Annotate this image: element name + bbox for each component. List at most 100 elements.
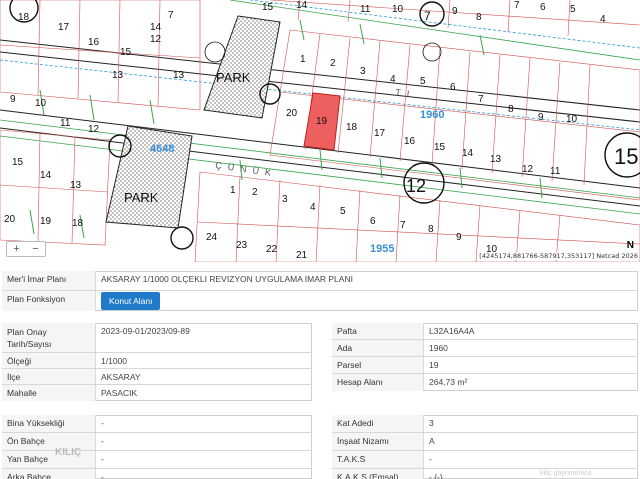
- ilce-label: İlçe: [2, 369, 96, 384]
- yan-bahce-label: Yan Bahçe: [2, 451, 96, 468]
- svg-text:12: 12: [88, 124, 100, 135]
- insaat-row: İnşaat Nizamı A: [332, 433, 638, 451]
- svg-text:14: 14: [462, 148, 474, 159]
- konut-alani-button[interactable]: Konut Alanı: [101, 292, 161, 310]
- svg-text:3: 3: [282, 194, 288, 205]
- compass-n: N: [626, 240, 634, 251]
- svg-text:6: 6: [450, 82, 456, 93]
- insaat-label: İnşaat Nizamı: [332, 433, 424, 450]
- park-label-2: PARK: [124, 190, 159, 205]
- svg-text:4: 4: [390, 74, 396, 85]
- svg-text:18: 18: [346, 122, 358, 133]
- svg-text:9: 9: [10, 94, 16, 105]
- parcel-info-panel: Mer'i İmar Planı AKSARAY 1/1000 OLÇEKLI …: [0, 263, 640, 479]
- mahalle-value: PASACIK: [101, 388, 138, 398]
- svg-text:6: 6: [540, 2, 546, 13]
- arka-bahce-row: Arka Bahçe -: [2, 469, 312, 479]
- svg-text:16: 16: [404, 136, 416, 147]
- svg-text:13: 13: [112, 70, 124, 81]
- svg-text:13: 13: [173, 70, 185, 81]
- svg-text:15: 15: [12, 157, 24, 168]
- svg-text:21: 21: [296, 250, 308, 261]
- svg-text:1960: 1960: [420, 109, 444, 121]
- ilce-value: AKSARAY: [101, 372, 141, 382]
- svg-text:15: 15: [262, 2, 274, 13]
- insaat-value: A: [429, 436, 435, 446]
- on-bahce-value: -: [101, 436, 104, 446]
- kat-label: Kat Adedi: [332, 415, 424, 432]
- mer-imar-value: AKSARAY 1/1000 OLÇEKLI REVIZYON UYGULAMA…: [101, 274, 353, 284]
- svg-text:7: 7: [168, 10, 174, 21]
- on-bahce-label: Ön Bahçe: [2, 433, 96, 450]
- svg-text:18: 18: [18, 12, 30, 23]
- svg-text:7: 7: [478, 94, 484, 105]
- arka-bahce-value: -: [101, 472, 104, 479]
- bina-label: Bina Yüksekliği: [2, 415, 96, 432]
- svg-text:20: 20: [4, 214, 16, 225]
- svg-text:5: 5: [420, 76, 426, 87]
- ada-row: Ada 1960: [332, 340, 638, 357]
- parsel-row: Parsel 19: [332, 357, 638, 374]
- olcek-row: Ölçeği 1/1000: [2, 353, 312, 369]
- svg-text:20: 20: [286, 108, 298, 119]
- svg-text:2: 2: [330, 58, 336, 69]
- svg-text:1: 1: [300, 54, 306, 65]
- svg-text:3: 3: [360, 66, 366, 77]
- zoom-out-button[interactable]: −: [32, 243, 38, 255]
- map-canvas[interactable]: 171615 141318 9 1011 121213 151413 19 1820…: [0, 0, 640, 262]
- svg-text:5: 5: [570, 4, 576, 15]
- onay-row: Plan Onay Tarih/Sayısı 2023-09-01/2023/0…: [2, 323, 312, 353]
- pafta-value: L32A16A4A: [429, 326, 475, 336]
- bina-value: -: [101, 418, 104, 428]
- svg-text:17: 17: [58, 22, 70, 33]
- svg-text:19: 19: [316, 116, 328, 127]
- ada-label: Ada: [332, 340, 424, 356]
- yan-bahce-row: Yan Bahçe -: [2, 451, 312, 469]
- svg-text:6: 6: [370, 216, 376, 227]
- svg-text:16: 16: [88, 37, 100, 48]
- svg-text:8: 8: [428, 224, 434, 235]
- svg-text:15: 15: [434, 142, 446, 153]
- svg-text:9: 9: [452, 6, 458, 17]
- yan-bahce-value: -: [101, 454, 104, 464]
- svg-text:9: 9: [538, 112, 544, 123]
- svg-text:14: 14: [150, 22, 162, 33]
- svg-text:13: 13: [490, 154, 502, 165]
- arka-bahce-label: Arka Bahçe: [2, 469, 96, 479]
- zoom-controls: + −: [6, 241, 46, 257]
- map-view[interactable]: 17 16 15 14 13 18 9 10 11 12 12 13 15 14 13 19 18 20…: [0, 0, 640, 262]
- mahalle-row: Mahalle PASACIK: [2, 385, 312, 401]
- zoom-in-button[interactable]: +: [13, 243, 19, 255]
- kat-row: Kat Adedi 3: [332, 415, 638, 433]
- svg-text:12: 12: [406, 176, 426, 196]
- parsel-value: 19: [429, 360, 439, 370]
- svg-text:1: 1: [230, 185, 236, 196]
- svg-text:9: 9: [456, 232, 462, 243]
- kaks-label: K.A.K.S (Emsal): [332, 469, 424, 479]
- ilce-row: İlçe AKSARAY: [2, 369, 312, 385]
- mer-imar-row: Mer'i İmar Planı AKSARAY 1/1000 OLÇEKLI …: [2, 271, 638, 291]
- svg-text:14: 14: [40, 170, 52, 181]
- hesap-label: Hesap Alanı: [332, 374, 424, 391]
- pafta-row: Pafta L32A16A4A: [332, 323, 638, 340]
- svg-text:2: 2: [252, 187, 258, 198]
- svg-text:12: 12: [150, 34, 162, 45]
- svg-text:4: 4: [310, 202, 316, 213]
- plan-fonksiyon-label: Plan Fonksiyon: [2, 291, 96, 311]
- svg-text:14: 14: [296, 0, 308, 11]
- svg-text:5: 5: [340, 206, 346, 217]
- svg-text:TI: TI: [395, 87, 416, 100]
- svg-text:15: 15: [120, 47, 132, 58]
- svg-text:10: 10: [566, 114, 578, 125]
- page: 17 16 15 14 13 18 9 10 11 12 12 13 15 14 13 19 18 20…: [0, 0, 640, 479]
- svg-text:7: 7: [400, 220, 406, 231]
- watermark-logo: KILIÇ: [55, 447, 82, 458]
- on-bahce-row: Ön Bahçe -: [2, 433, 312, 451]
- ada-value: 1960: [429, 343, 448, 353]
- onay-value: 2023-09-01/2023/09-89: [101, 326, 190, 336]
- svg-text:7: 7: [424, 9, 431, 23]
- hesap-value: 264,73 m²: [429, 377, 468, 387]
- watermark-text: kiliç gayrimenkul: [540, 470, 592, 477]
- svg-text:8: 8: [508, 104, 514, 115]
- olcek-value: 1/1000: [101, 356, 127, 366]
